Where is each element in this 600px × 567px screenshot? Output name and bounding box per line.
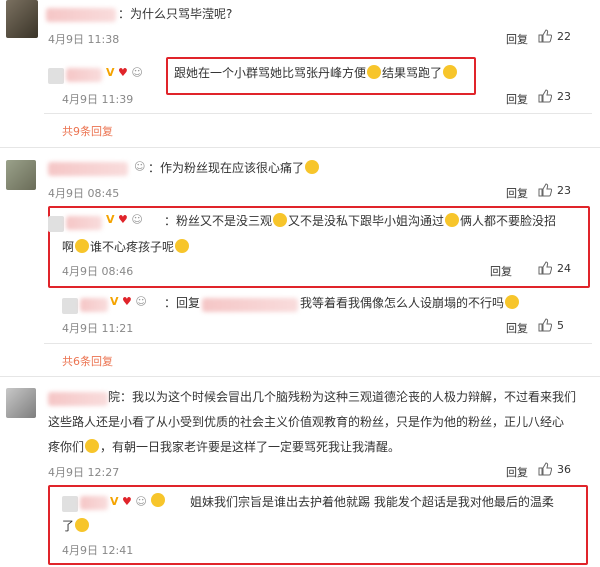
like-count: 5 (557, 319, 564, 332)
comment-time: 4月9日 12:41 (62, 544, 134, 557)
thumbs-up-icon (538, 318, 553, 332)
comment-text: ：为什么只骂毕滢呢? (118, 7, 233, 21)
like-count: 24 (557, 262, 571, 275)
reply-prefix: ：回复 (164, 296, 201, 310)
laugh-cry-emoji-icon (367, 65, 382, 79)
username-blurred[interactable] (80, 496, 108, 510)
user-badges: V ♥ ☺ (110, 493, 166, 508)
like-button[interactable]: 23 (538, 183, 571, 197)
divider (44, 113, 592, 114)
reply-button[interactable]: 回复 (506, 91, 528, 107)
like-button[interactable]: 23 (538, 89, 571, 103)
comment-time: 4月9日 11:39 (62, 93, 134, 106)
like-button[interactable]: 22 (538, 29, 571, 43)
reply-text: ：粉丝又不是没三观 又不是没私下跟毕小姐沟通过 俩人都不要脸没招 (164, 213, 557, 228)
reply-button[interactable]: 回复 (506, 464, 528, 480)
mention-blurred[interactable] (202, 298, 298, 312)
reply-button[interactable]: 回复 (490, 263, 512, 279)
crying-emoji-icon (75, 518, 90, 532)
reply-button[interactable]: 回复 (506, 31, 528, 47)
avatar[interactable] (6, 388, 36, 418)
like-count: 23 (557, 90, 571, 103)
username-blurred[interactable] (66, 216, 102, 230)
comment-time: 4月9日 08:45 (48, 187, 120, 200)
thumbs-up-icon (538, 462, 553, 476)
reply-text: 我等着看我偶像怎么人设崩塌的不行吗 (300, 293, 520, 313)
user-badges: V ♥ ☺ (106, 213, 143, 226)
grin-emoji-icon (175, 239, 190, 253)
avatar[interactable] (62, 496, 78, 512)
divider (0, 376, 600, 377)
reply-text-line2: 啊谁不心疼孩子呢 (62, 237, 190, 257)
like-count: 23 (557, 184, 571, 197)
user-badges: V ♥ ☺ (110, 295, 147, 308)
reply-text: 姐妹我们宗旨是谁出去护着他就踢 我能发个超话是我对他最后的温柔 (190, 495, 554, 509)
avatar[interactable] (6, 0, 38, 38)
more-replies-link[interactable]: 共6条回复 (62, 353, 113, 369)
username-blurred[interactable] (48, 162, 128, 176)
like-button[interactable]: 24 (538, 261, 571, 275)
avatar[interactable] (62, 298, 78, 314)
comment-time: 4月9日 11:21 (62, 322, 134, 335)
username-blurred[interactable] (46, 8, 116, 22)
user-badges: ☺ (134, 160, 146, 173)
crying-emoji-icon (305, 160, 320, 174)
grin-emoji-icon (75, 239, 90, 253)
divider (44, 343, 592, 344)
comment-text: 院：我以为这个时候会冒出几个脑残粉为这种三观道德沦丧的人极力辩解，不过看来我们 (108, 390, 577, 404)
comment-time: 4月9日 12:27 (48, 466, 120, 479)
like-button[interactable]: 36 (538, 462, 571, 476)
more-replies-link[interactable]: 共9条回复 (62, 123, 113, 139)
like-button[interactable]: 5 (538, 318, 564, 332)
divider (0, 147, 600, 148)
avatar[interactable] (6, 160, 36, 190)
thumbs-up-icon (538, 29, 553, 43)
like-count: 22 (557, 30, 571, 43)
user-badges: V ♥ ☺ (106, 66, 143, 79)
thumbs-up-icon (538, 89, 553, 103)
avatar[interactable] (48, 68, 64, 84)
crying-emoji-icon (85, 439, 100, 453)
comment-text-line2: 这些路人还是小看了从小受到优质的社会主义价值观教育的粉丝，只是作为他的粉丝，正儿… (48, 415, 565, 429)
comment-text-line3: 疼你们 ，有朝一日我家老许要是这样了一定要骂死我让我清醒。 (48, 439, 401, 454)
thumbs-up-icon (538, 261, 553, 275)
avatar[interactable] (48, 216, 64, 232)
smirk-emoji-icon (505, 295, 520, 309)
comment-time: 4月9日 08:46 (62, 265, 134, 278)
grin-emoji-icon (445, 213, 460, 227)
like-count: 36 (557, 463, 571, 476)
grin-emoji-icon (273, 213, 288, 227)
comment-time: 4月9日 11:38 (48, 33, 120, 46)
thumbs-up-icon (538, 183, 553, 197)
username-blurred[interactable] (48, 392, 108, 406)
reply-text-line2: 了 (62, 516, 90, 536)
reply-button[interactable]: 回复 (506, 320, 528, 336)
laugh-cry-emoji-icon (443, 65, 458, 79)
username-blurred[interactable] (80, 298, 108, 312)
reply-button[interactable]: 回复 (506, 185, 528, 201)
reply-text: 跟她在一个小群骂她比骂张丹峰方便 结果骂跑了 (174, 63, 458, 83)
username-blurred[interactable] (66, 68, 102, 82)
crying-emoji-icon (151, 493, 166, 507)
comment-text: ：作为粉丝现在应该很心痛了 (148, 158, 320, 178)
